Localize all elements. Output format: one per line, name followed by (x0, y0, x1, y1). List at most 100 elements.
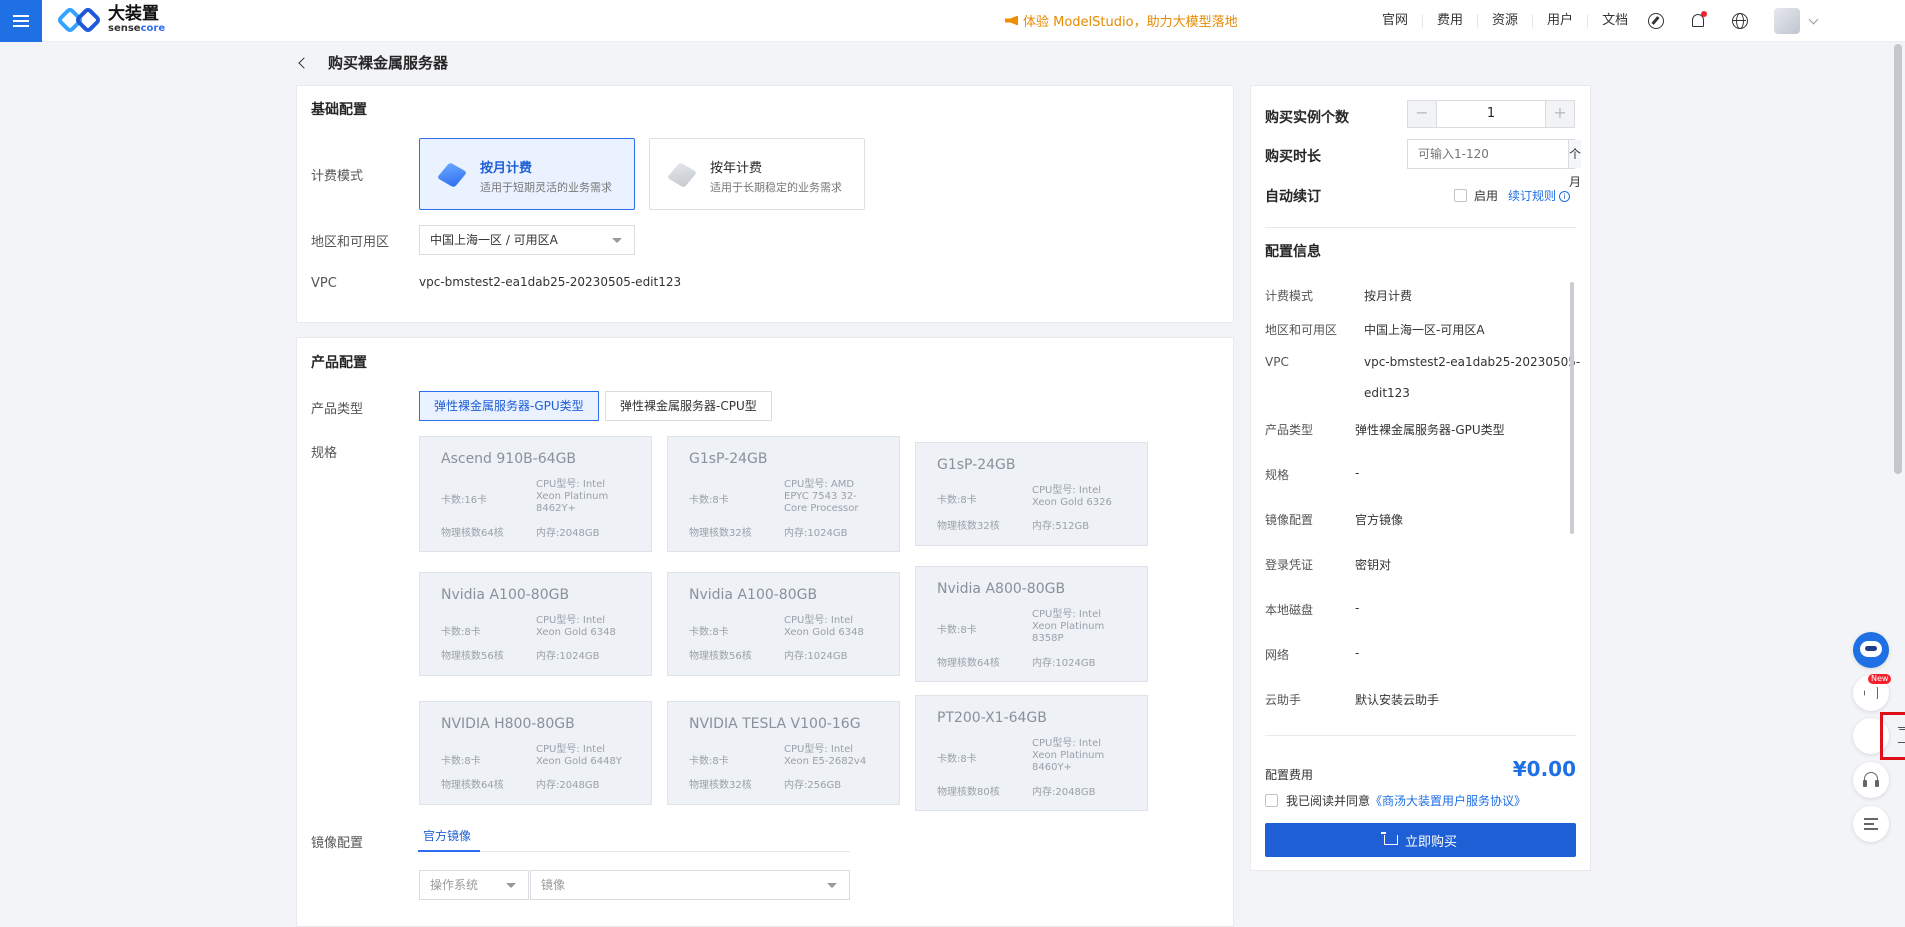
spec-card[interactable]: Ascend 910B-64GB 卡数:16卡 CPU型号: Intel Xeo… (419, 436, 652, 552)
config-value: - (1355, 466, 1360, 480)
bell-icon[interactable] (1690, 11, 1707, 29)
spec-cards: 卡数:8卡 (937, 495, 977, 506)
spec-card[interactable]: Nvidia A100-80GB 卡数:8卡 CPU型号: Intel Xeon… (667, 572, 900, 676)
spec-cpu: CPU型号: Intel Xeon Platinum 8462Y+ (536, 479, 609, 514)
spec-card[interactable]: G1sP-24GB 卡数:8卡 CPU型号: Intel Xeon Gold 6… (915, 442, 1148, 546)
spec-card[interactable]: NVIDIA TESLA V100-16G 卡数:8卡 CPU型号: Intel… (667, 701, 900, 805)
vpc-label: VPC (311, 276, 337, 291)
spec-card[interactable]: PT200-X1-64GB 卡数:8卡 CPU型号: Intel Xeon Pl… (915, 695, 1148, 811)
config-label: VPC (1265, 355, 1289, 369)
spec-memory: 内存:2048GB (1032, 787, 1096, 798)
spec-memory: 内存:512GB (1032, 521, 1090, 532)
spec-cpu: CPU型号: Intel Xeon Gold 6326 (1032, 485, 1112, 508)
spec-cpu: CPU型号: AMD EPYC 7543 32-Core Processor (784, 479, 859, 514)
region-label: 地区和可用区 (311, 235, 390, 250)
caret-down-icon (827, 883, 837, 888)
product-type-cpu[interactable]: 弹性裸金属服务器-CPU型 (605, 391, 772, 421)
billing-option-title: 按年计费 (710, 161, 763, 176)
spec-card[interactable]: Nvidia A800-80GB 卡数:8卡 CPU型号: Intel Xeon… (915, 566, 1148, 682)
tab-official-image[interactable]: 官方镜像 (423, 827, 471, 844)
caret-down-icon (612, 238, 622, 243)
basic-config-title: 基础配置 (311, 102, 367, 118)
config-value: 默认安装云助手 (1355, 693, 1440, 707)
agreement-link[interactable]: 《商汤大装置用户服务协议》 (1370, 794, 1526, 808)
config-info-title: 配置信息 (1265, 244, 1321, 260)
product-type-gpu[interactable]: 弹性裸金属服务器-GPU类型 (419, 391, 599, 421)
page-scrollbar[interactable] (1894, 44, 1902, 474)
back-arrow-icon[interactable] (298, 56, 310, 69)
config-label: 计费模式 (1265, 289, 1314, 303)
billing-option-desc: 适用于长期稳定的业务需求 (710, 181, 842, 194)
cube-icon (666, 162, 698, 188)
list-menu-icon[interactable] (1853, 806, 1889, 842)
spec-name: Nvidia A800-80GB (937, 581, 1066, 597)
spec-cards: 卡数:8卡 (689, 756, 729, 767)
avatar[interactable] (1774, 8, 1800, 34)
headset-icon[interactable] (1853, 762, 1889, 798)
spec-cards: 卡数:8卡 (441, 627, 481, 638)
globe-icon[interactable] (1732, 13, 1748, 29)
spec-cards: 卡数:8卡 (441, 756, 481, 767)
product-config-title: 产品配置 (311, 355, 367, 371)
promo-banner[interactable]: 体验 ModelStudio，助力大模型落地 (1005, 11, 1238, 30)
spec-label: 规格 (311, 446, 338, 461)
vpc-value: vpc-bmstest2-ea1dab25-20230505-edit123 (419, 275, 682, 289)
config-label: 登录凭证 (1265, 558, 1314, 572)
image-select-placeholder: 镜像 (541, 878, 566, 892)
chevron-down-icon[interactable] (1808, 14, 1819, 24)
os-select[interactable]: 操作系统 (419, 870, 529, 900)
renew-rules-link[interactable]: 续订规则 i (1508, 187, 1571, 204)
spec-cores: 物理核数64核 (937, 658, 1000, 669)
spec-cards: 卡数:8卡 (937, 754, 977, 765)
spec-name: Nvidia A100-80GB (441, 587, 570, 603)
region-select[interactable]: 中国上海一区 / 可用区A (419, 225, 635, 255)
spec-cards: 卡数:8卡 (937, 625, 977, 636)
nav-official-site[interactable]: 官网 (1368, 14, 1424, 28)
spec-card[interactable]: NVIDIA H800-80GB 卡数:8卡 CPU型号: Intel Xeon… (419, 701, 652, 805)
config-label: 云助手 (1265, 693, 1302, 707)
divider (1265, 735, 1576, 736)
spec-card[interactable]: G1sP-24GB 卡数:8卡 CPU型号: AMD EPYC 7543 32-… (667, 436, 900, 552)
quantity-decrement-button[interactable]: − (1408, 101, 1436, 127)
spec-cpu: CPU型号: Intel Xeon Platinum 8460Y+ (1032, 738, 1105, 773)
logo[interactable]: 大装置 sensecore (55, 5, 166, 35)
spec-card[interactable]: Nvidia A100-80GB 卡数:8卡 CPU型号: Intel Xeon… (419, 572, 652, 676)
nav-docs[interactable]: 文档 (1588, 14, 1642, 28)
billing-option-monthly[interactable]: 按月计费 适用于短期灵活的业务需求 (419, 138, 635, 210)
spec-cards: 卡数:16卡 (441, 495, 488, 506)
caret-down-icon (506, 883, 516, 888)
quantity-value[interactable]: 1 (1436, 101, 1546, 127)
billing-option-yearly[interactable]: 按年计费 适用于长期稳定的业务需求 (649, 138, 865, 210)
agreement-checkbox[interactable] (1265, 794, 1278, 807)
spec-cores: 物理核数56核 (689, 651, 752, 662)
quantity-stepper: − 1 + (1407, 100, 1575, 128)
config-label: 网络 (1265, 648, 1290, 662)
nav-billing[interactable]: 费用 (1423, 14, 1479, 28)
config-value: - (1355, 601, 1360, 615)
buy-now-button[interactable]: 立即购买 (1265, 823, 1576, 857)
spec-memory: 内存:1024GB (1032, 658, 1096, 669)
info-icon[interactable]: i (1559, 191, 1571, 202)
config-scrollbar[interactable] (1570, 282, 1574, 534)
quantity-increment-button[interactable]: + (1546, 101, 1574, 127)
spec-memory: 内存:2048GB (536, 528, 600, 539)
promo-text: 体验 ModelStudio，助力大模型落地 (1023, 15, 1238, 30)
auto-renew-checkbox[interactable] (1454, 189, 1467, 202)
spec-cores: 物理核数32核 (689, 780, 752, 791)
menu-icon[interactable] (0, 0, 42, 42)
region-select-value: 中国上海一区 / 可用区A (430, 233, 558, 247)
assistant-bot-icon[interactable] (1853, 632, 1889, 668)
billing-mode-label: 计费模式 (311, 169, 364, 184)
spec-cores: 物理核数64核 (441, 780, 504, 791)
nav-users[interactable]: 用户 (1533, 14, 1589, 28)
logo-subtitle-b: core (140, 23, 166, 34)
billing-option-desc: 适用于短期灵活的业务需求 (480, 181, 612, 194)
duration-input[interactable] (1408, 140, 1568, 168)
nav-resources[interactable]: 资源 (1478, 14, 1534, 28)
image-select[interactable]: 镜像 (530, 870, 850, 900)
compass-icon[interactable] (1648, 13, 1664, 29)
highlight-box (1880, 712, 1905, 760)
spec-cards: 卡数:8卡 (689, 495, 729, 506)
buy-now-label: 立即购买 (1404, 834, 1457, 850)
image-tab-divider (418, 851, 850, 852)
